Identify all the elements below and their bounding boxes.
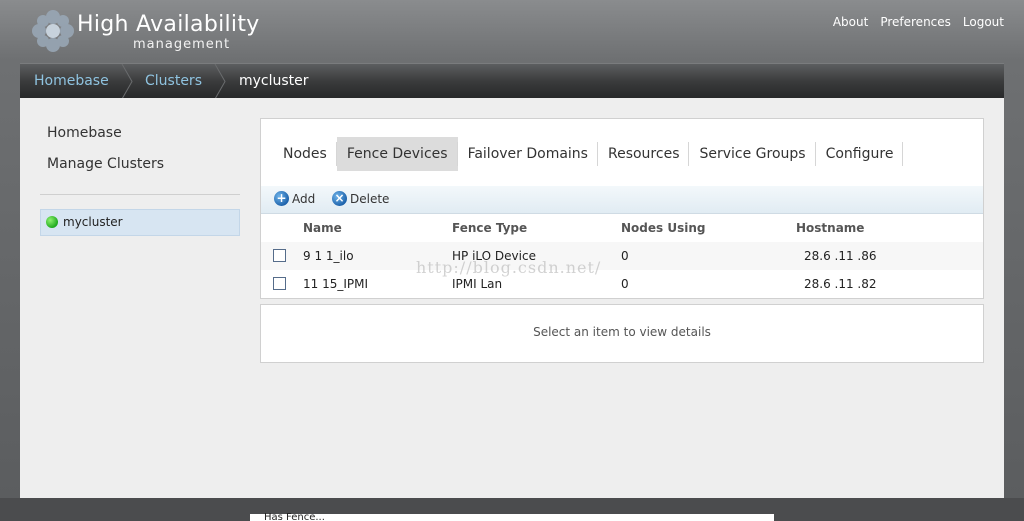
logout-link[interactable]: Logout [963, 15, 1004, 29]
cell-hostname: 28.6 .11 .82 [804, 277, 877, 291]
row-checkbox[interactable] [273, 249, 286, 262]
cell-fence-type: HP iLO Device [452, 249, 536, 263]
cell-name: 9 1 1_ilo [303, 249, 354, 263]
column-header-nodes-using[interactable]: Nodes Using [621, 221, 705, 235]
tab-service-groups[interactable]: Service Groups [689, 137, 816, 171]
app-title: High Availability [77, 12, 260, 37]
cell-nodes-using: 0 [621, 249, 629, 263]
table-row[interactable]: 9 1 1_ilo HP iLO Device 0 28.6 .11 .86 [261, 242, 983, 270]
add-label: Add [292, 191, 316, 206]
main-content: Homebase Manage Clusters mycluster Nodes… [20, 98, 1004, 498]
column-header-fence-type[interactable]: Fence Type [452, 221, 527, 235]
breadcrumb-homebase[interactable]: Homebase [34, 73, 109, 89]
row-checkbox[interactable] [273, 277, 286, 290]
status-ok-icon [46, 216, 58, 228]
breadcrumb-current: mycluster [239, 73, 309, 89]
details-placeholder: Select an item to view details [533, 325, 711, 339]
breadcrumb: Homebase Clusters mycluster [20, 63, 1004, 99]
tab-bar: Nodes Fence Devices Failover Domains Res… [273, 137, 904, 171]
top-links: About Preferences Logout [833, 15, 1004, 29]
details-panel: Select an item to view details [260, 304, 984, 363]
sidebar-divider [40, 194, 240, 195]
tab-failover-domains[interactable]: Failover Domains [458, 137, 599, 171]
column-header-name[interactable]: Name [303, 221, 342, 235]
close-icon: × [332, 191, 347, 206]
column-header-hostname[interactable]: Hostname [796, 221, 864, 235]
tab-fence-devices[interactable]: Fence Devices [336, 137, 458, 171]
logo-flower-icon [32, 10, 74, 52]
cell-fence-type: IPMI Lan [452, 277, 503, 291]
chevron-right-icon [214, 64, 226, 99]
tab-configure[interactable]: Configure [816, 137, 904, 171]
chevron-right-icon [121, 64, 133, 99]
bottom-strip: Has Fence... [0, 498, 1024, 521]
preferences-link[interactable]: Preferences [880, 15, 951, 29]
about-link[interactable]: About [833, 15, 868, 29]
cell-name: 11 15_IPMI [303, 277, 369, 291]
toolbar: + Add × Delete [261, 186, 983, 214]
cell-hostname: 28.6 .11 .86 [804, 249, 877, 263]
bottom-window-edge [250, 514, 774, 521]
sidebar-item-manage-clusters[interactable]: Manage Clusters [47, 156, 164, 172]
table-row[interactable]: 11 15_IPMI IPMI Lan 0 28.6 .11 .82 [261, 270, 983, 298]
sidebar-item-cluster[interactable]: mycluster [40, 209, 240, 236]
sidebar-item-homebase[interactable]: Homebase [47, 125, 122, 141]
tab-nodes[interactable]: Nodes [273, 137, 337, 171]
delete-button[interactable]: × Delete [332, 191, 389, 206]
app-subtitle: management [133, 37, 231, 52]
breadcrumb-clusters[interactable]: Clusters [145, 73, 202, 89]
cluster-name: mycluster [63, 215, 123, 229]
add-button[interactable]: + Add [274, 191, 315, 206]
bottom-text: Has Fence... [264, 512, 325, 521]
cell-nodes-using: 0 [621, 277, 629, 291]
tab-resources[interactable]: Resources [598, 137, 690, 171]
delete-label: Delete [350, 191, 390, 206]
app-header: High Availability management About Prefe… [0, 0, 1024, 62]
fence-devices-panel: Nodes Fence Devices Failover Domains Res… [260, 118, 984, 299]
plus-icon: + [274, 191, 289, 206]
